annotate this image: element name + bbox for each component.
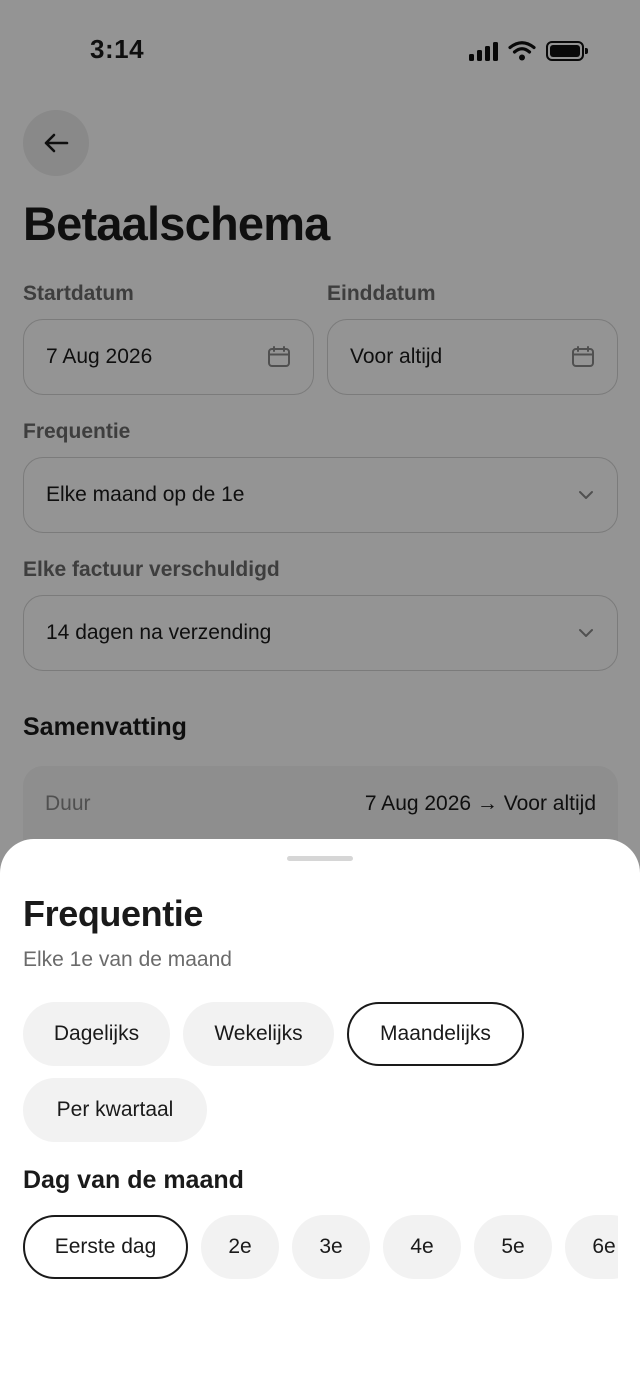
option-weekly[interactable]: Wekelijks	[183, 1002, 334, 1066]
day-of-month-scroller[interactable]: Eerste dag 2e 3e 4e 5e 6e	[23, 1215, 618, 1279]
day-2[interactable]: 2e	[201, 1215, 279, 1279]
sheet-grabber[interactable]	[287, 856, 353, 861]
day-4[interactable]: 4e	[383, 1215, 461, 1279]
option-monthly[interactable]: Maandelijks	[347, 1002, 524, 1066]
option-quarterly[interactable]: Per kwartaal	[23, 1078, 207, 1142]
day-first[interactable]: Eerste dag	[23, 1215, 188, 1279]
day-3[interactable]: 3e	[292, 1215, 370, 1279]
option-daily[interactable]: Dagelijks	[23, 1002, 170, 1066]
frequency-bottom-sheet: Frequentie Elke 1e van de maand Dagelijk…	[0, 839, 640, 1391]
sheet-title: Frequentie	[23, 893, 204, 934]
day-6[interactable]: 6e	[565, 1215, 618, 1279]
day-of-month-title: Dag van de maand	[23, 1166, 244, 1194]
sheet-subtitle: Elke 1e van de maand	[23, 948, 232, 971]
day-5[interactable]: 5e	[474, 1215, 552, 1279]
